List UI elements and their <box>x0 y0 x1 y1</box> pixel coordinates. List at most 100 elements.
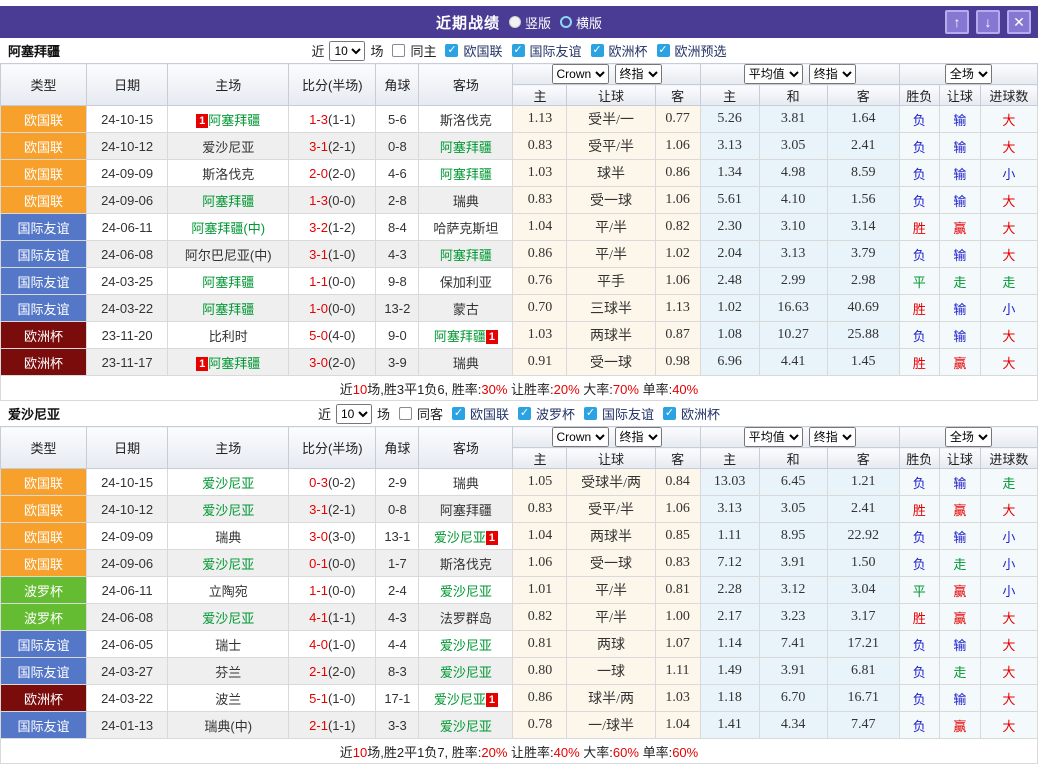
league-filter-label: 国际友谊 <box>602 404 654 423</box>
league-filter-label: 欧国联 <box>470 404 509 423</box>
date-cell: 24-03-27 <box>87 658 168 685</box>
avg-draw: 4.98 <box>759 160 827 187</box>
odds-handicap: 一球 <box>567 658 655 685</box>
match-row: 欧国联24-09-06爱沙尼亚0-1(0-0)1-7斯洛伐克1.06受一球0.8… <box>1 550 1038 577</box>
same-venue-checkbox[interactable] <box>399 407 412 420</box>
same-venue-label: 同主 <box>410 41 436 60</box>
result-outcome: 负 <box>899 658 939 685</box>
odds-home: 0.83 <box>513 496 567 523</box>
header-group: 平均值终指 <box>700 427 899 448</box>
result-outcome: 负 <box>899 550 939 577</box>
column-header: 和 <box>759 85 827 106</box>
layout-radio-horizontal[interactable]: 横版 <box>560 13 602 32</box>
match-count-select[interactable]: 10 <box>336 404 372 424</box>
odds-stage-select[interactable]: 终指 <box>615 427 662 447</box>
same-venue-checkbox[interactable] <box>392 44 405 57</box>
avg-away: 3.79 <box>827 241 899 268</box>
match-row: 国际友谊24-01-13瑞典(中)2-1(1-1)3-3爱沙尼亚0.78一/球半… <box>1 712 1038 739</box>
bookmaker-select[interactable]: Crown <box>552 64 609 84</box>
avg-away: 16.71 <box>827 685 899 712</box>
column-header: 比分(半场) <box>289 427 376 469</box>
league-filter-checkbox[interactable]: ✓ <box>512 44 525 57</box>
odds-handicap: 受平/半 <box>567 496 655 523</box>
home-team-name: 斯洛伐克 <box>202 167 254 182</box>
league-filter-checkbox[interactable]: ✓ <box>452 407 465 420</box>
avg-home: 6.96 <box>700 349 759 376</box>
avg-home: 3.13 <box>700 133 759 160</box>
away-team-name: 斯洛伐克 <box>440 113 492 128</box>
odds-away: 0.84 <box>655 469 700 496</box>
league-type-badge: 波罗杯 <box>1 577 87 604</box>
header-row-top: 类型日期主场比分(半场)角球客场Crown终指平均值终指全场 <box>1 427 1038 448</box>
score-cell: 3-1(2-1) <box>289 496 376 523</box>
date-cell: 24-03-22 <box>87 295 168 322</box>
odds-away: 0.82 <box>655 214 700 241</box>
average-select[interactable]: 平均值 <box>744 64 803 84</box>
league-filter-checkbox[interactable]: ✓ <box>518 407 531 420</box>
date-cell: 24-03-22 <box>87 685 168 712</box>
scope-select[interactable]: 全场 <box>945 64 992 84</box>
away-team-name: 爱沙尼亚 <box>440 665 492 680</box>
match-count-select[interactable]: 10 <box>329 41 365 61</box>
move-down-button[interactable]: ↓ <box>976 10 1000 34</box>
avg-home: 1.49 <box>700 658 759 685</box>
home-team-name: 阿尔巴尼亚(中) <box>185 248 272 263</box>
summary-text-segment: 场,胜2平1负7, 胜率: <box>367 745 481 760</box>
result-outcome: 负 <box>899 187 939 214</box>
league-filter-checkbox[interactable]: ✓ <box>591 44 604 57</box>
bookmaker-select[interactable]: Crown <box>552 427 609 447</box>
avg-home: 1.41 <box>700 712 759 739</box>
result-goals: 大 <box>980 133 1037 160</box>
layout-radio-vertical[interactable]: 竖版 <box>509 13 551 32</box>
away-team-name: 爱沙尼亚 <box>434 530 486 545</box>
match-row: 国际友谊24-03-25阿塞拜疆1-1(0-0)9-8保加利亚0.76平手1.0… <box>1 268 1038 295</box>
odds-stage-select[interactable]: 终指 <box>615 64 662 84</box>
away-team-name: 爱沙尼亚 <box>434 692 486 707</box>
avg-stage-select[interactable]: 终指 <box>809 427 856 447</box>
avg-away: 3.17 <box>827 604 899 631</box>
league-filter-checkbox[interactable]: ✓ <box>657 44 670 57</box>
corner-cell: 4-3 <box>376 241 419 268</box>
avg-draw: 6.45 <box>759 469 827 496</box>
away-team: 哈萨克斯坦 <box>419 214 513 241</box>
column-header: 客场 <box>419 64 513 106</box>
league-type-badge: 欧国联 <box>1 160 87 187</box>
odds-away: 1.03 <box>655 685 700 712</box>
result-handicap-result: 输 <box>939 469 980 496</box>
odds-home: 0.81 <box>513 631 567 658</box>
avg-stage-select[interactable]: 终指 <box>809 64 856 84</box>
average-select[interactable]: 平均值 <box>744 427 803 447</box>
home-team-name: 爱沙尼亚 <box>202 476 254 491</box>
match-row: 欧国联24-09-06阿塞拜疆1-3(0-0)2-8瑞典0.83受一球1.065… <box>1 187 1038 214</box>
league-type-badge: 国际友谊 <box>1 214 87 241</box>
league-filter-checkbox[interactable]: ✓ <box>663 407 676 420</box>
result-handicap-result: 输 <box>939 631 980 658</box>
radio-selected-icon <box>509 16 521 28</box>
score-cell: 0-1(0-0) <box>289 550 376 577</box>
avg-draw: 3.12 <box>759 577 827 604</box>
odds-home: 1.01 <box>513 577 567 604</box>
home-team-name: 瑞典(中) <box>204 719 252 734</box>
halftime-score: (2-1) <box>328 139 355 154</box>
close-button[interactable]: ✕ <box>1007 10 1031 34</box>
avg-away: 2.41 <box>827 133 899 160</box>
away-team: 爱沙尼亚1 <box>419 523 513 550</box>
away-team: 阿塞拜疆 <box>419 241 513 268</box>
league-filter-checkbox[interactable]: ✓ <box>584 407 597 420</box>
odds-away: 1.04 <box>655 712 700 739</box>
odds-home: 0.91 <box>513 349 567 376</box>
corner-cell: 8-3 <box>376 658 419 685</box>
summary-text-segment: 40% <box>672 382 698 397</box>
home-team-name: 爱沙尼亚 <box>202 140 254 155</box>
odds-handicap: 球半/两 <box>567 685 655 712</box>
scope-select[interactable]: 全场 <box>945 427 992 447</box>
league-filter-checkbox[interactable]: ✓ <box>445 44 458 57</box>
fulltime-score: 1-0 <box>309 301 328 316</box>
result-goals: 小 <box>980 160 1037 187</box>
section-filter-bar: 爱沙尼亚近10场同客✓欧国联✓波罗杯✓国际友谊✓欧洲杯 <box>0 401 1038 426</box>
avg-home: 1.08 <box>700 322 759 349</box>
move-up-button[interactable]: ↑ <box>945 10 969 34</box>
results-table: 类型日期主场比分(半场)角球客场Crown终指平均值终指全场主让球客主和客胜负让… <box>0 426 1038 764</box>
avg-draw: 3.91 <box>759 550 827 577</box>
halftime-score: (1-1) <box>328 610 355 625</box>
